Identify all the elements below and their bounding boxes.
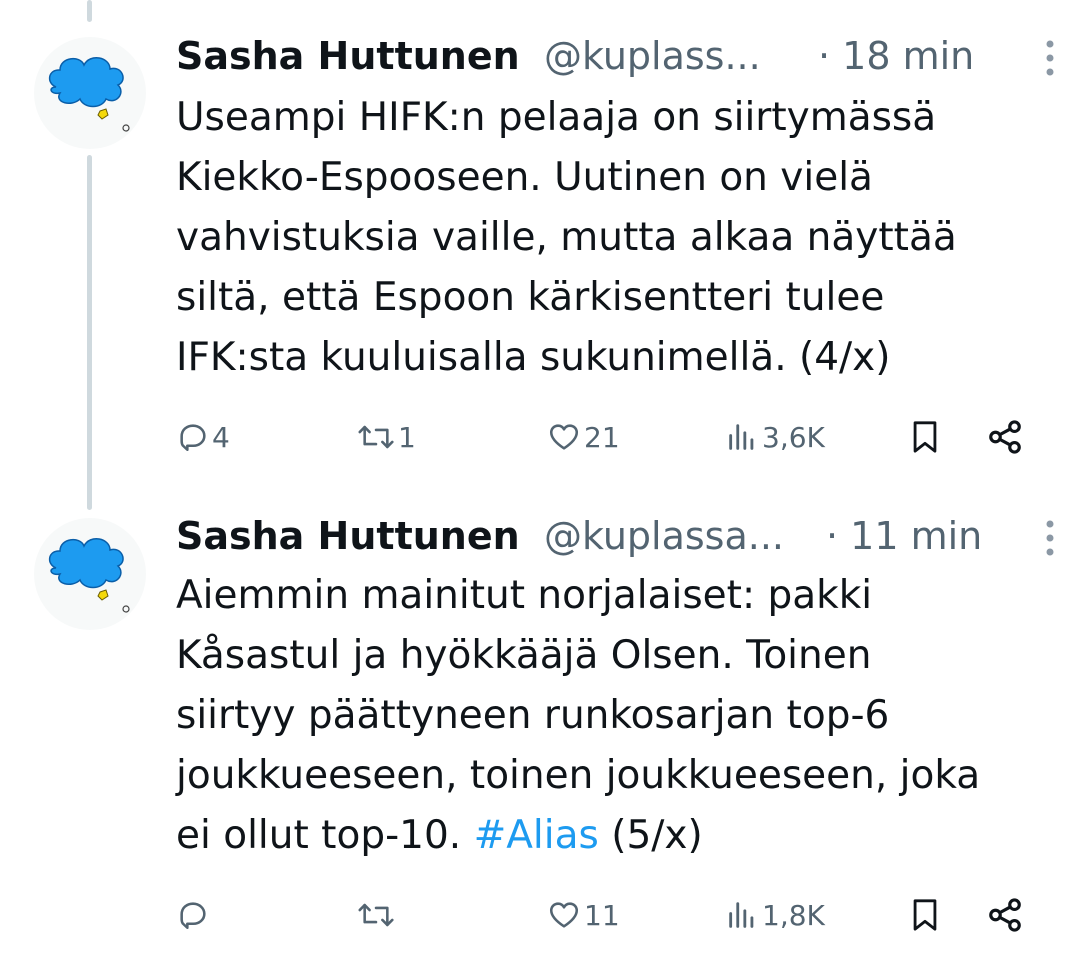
more-options-icon[interactable] bbox=[1042, 38, 1058, 78]
bookmark-button[interactable] bbox=[908, 412, 942, 462]
timestamp[interactable]: · 18 min bbox=[818, 26, 974, 86]
avatar[interactable] bbox=[34, 37, 146, 149]
bookmark-button[interactable] bbox=[908, 890, 942, 940]
tweet-text: Aiemmin mainitut norjalaiset: pakki Kåsa… bbox=[176, 566, 1056, 866]
tweet-1[interactable]: Sasha Huttunen @kuplass... · 18 min Usea… bbox=[0, 0, 1080, 490]
repost-icon bbox=[358, 903, 394, 927]
reply-count: 4 bbox=[212, 420, 230, 454]
blue-cloud-avatar-icon bbox=[48, 57, 130, 132]
like-count: 11 bbox=[584, 898, 620, 932]
more-options-icon[interactable] bbox=[1042, 518, 1058, 558]
author-name[interactable]: Sasha Huttunen bbox=[176, 26, 520, 86]
share-icon bbox=[989, 898, 1021, 932]
tweet-text-line: joukkueeseen, toinen joukkueeseen, joka bbox=[176, 753, 981, 798]
like-button[interactable]: 21 bbox=[546, 412, 620, 462]
views-icon bbox=[729, 424, 754, 450]
like-count: 21 bbox=[584, 420, 620, 454]
tweet-text-line: ei ollut top-10. #Alias (5/x) bbox=[176, 806, 1056, 866]
repost-button[interactable]: 1 bbox=[356, 412, 416, 462]
blue-cloud-avatar-icon bbox=[48, 538, 130, 613]
author-name[interactable]: Sasha Huttunen bbox=[176, 506, 520, 566]
hashtag-link[interactable]: #Alias bbox=[474, 813, 599, 858]
reply-button[interactable] bbox=[176, 890, 212, 940]
repost-count: 1 bbox=[398, 420, 416, 454]
repost-icon bbox=[358, 425, 394, 449]
tweet-text-line: Kiekko-Espooseen. Uutinen on vielä bbox=[176, 155, 873, 200]
action-bar: 11 1,8K bbox=[176, 890, 1056, 940]
text-segment: ei ollut top-10. bbox=[176, 813, 474, 858]
author-handle[interactable]: @kuplass... bbox=[544, 26, 761, 86]
tweet-text-line: Aiemmin mainitut norjalaiset: pakki bbox=[176, 573, 873, 618]
tweet-text-line: vahvistuksia vaille, mutta alkaa näyttää bbox=[176, 215, 957, 260]
views-icon bbox=[729, 902, 754, 928]
tweet-2[interactable]: Sasha Huttunen @kuplassa... · 11 min Aie… bbox=[0, 490, 1080, 955]
tweet-text-line: IFK:sta kuuluisalla sukunimellä. (4/x) bbox=[176, 335, 891, 380]
timestamp[interactable]: · 11 min bbox=[826, 506, 982, 566]
heart-icon bbox=[549, 902, 579, 928]
tweet-text-line: Kåsastul ja hyökkääjä Olsen. Toinen bbox=[176, 633, 872, 678]
action-bar: 4 1 21 3,6K bbox=[176, 412, 1056, 462]
reply-icon bbox=[180, 424, 206, 452]
like-button[interactable]: 11 bbox=[546, 890, 620, 940]
author-handle[interactable]: @kuplassa... bbox=[544, 506, 784, 566]
avatar[interactable] bbox=[34, 518, 146, 630]
repost-button[interactable] bbox=[356, 890, 398, 940]
tweet-text-line: siirtyy päättyneen runkosarjan top-6 bbox=[176, 693, 890, 738]
tweet-text: Useampi HIFK:n pelaaja on siirtymässä Ki… bbox=[176, 88, 1056, 388]
text-segment: (5/x) bbox=[598, 813, 703, 858]
bookmark-icon bbox=[913, 899, 937, 931]
heart-icon bbox=[549, 424, 579, 450]
reply-icon bbox=[180, 902, 206, 930]
share-button[interactable] bbox=[986, 890, 1024, 940]
views-button[interactable]: 3,6K bbox=[724, 412, 825, 462]
views-button[interactable]: 1,8K bbox=[724, 890, 825, 940]
bookmark-icon bbox=[913, 421, 937, 453]
tweet-text-line: Useampi HIFK:n pelaaja on siirtymässä bbox=[176, 95, 937, 140]
views-count: 1,8K bbox=[762, 898, 825, 932]
views-count: 3,6K bbox=[762, 420, 825, 454]
tweet-text-line: siltä, että Espoon kärkisentteri tulee bbox=[176, 275, 885, 320]
reply-button[interactable]: 4 bbox=[176, 412, 230, 462]
share-button[interactable] bbox=[986, 412, 1024, 462]
share-icon bbox=[989, 420, 1021, 454]
